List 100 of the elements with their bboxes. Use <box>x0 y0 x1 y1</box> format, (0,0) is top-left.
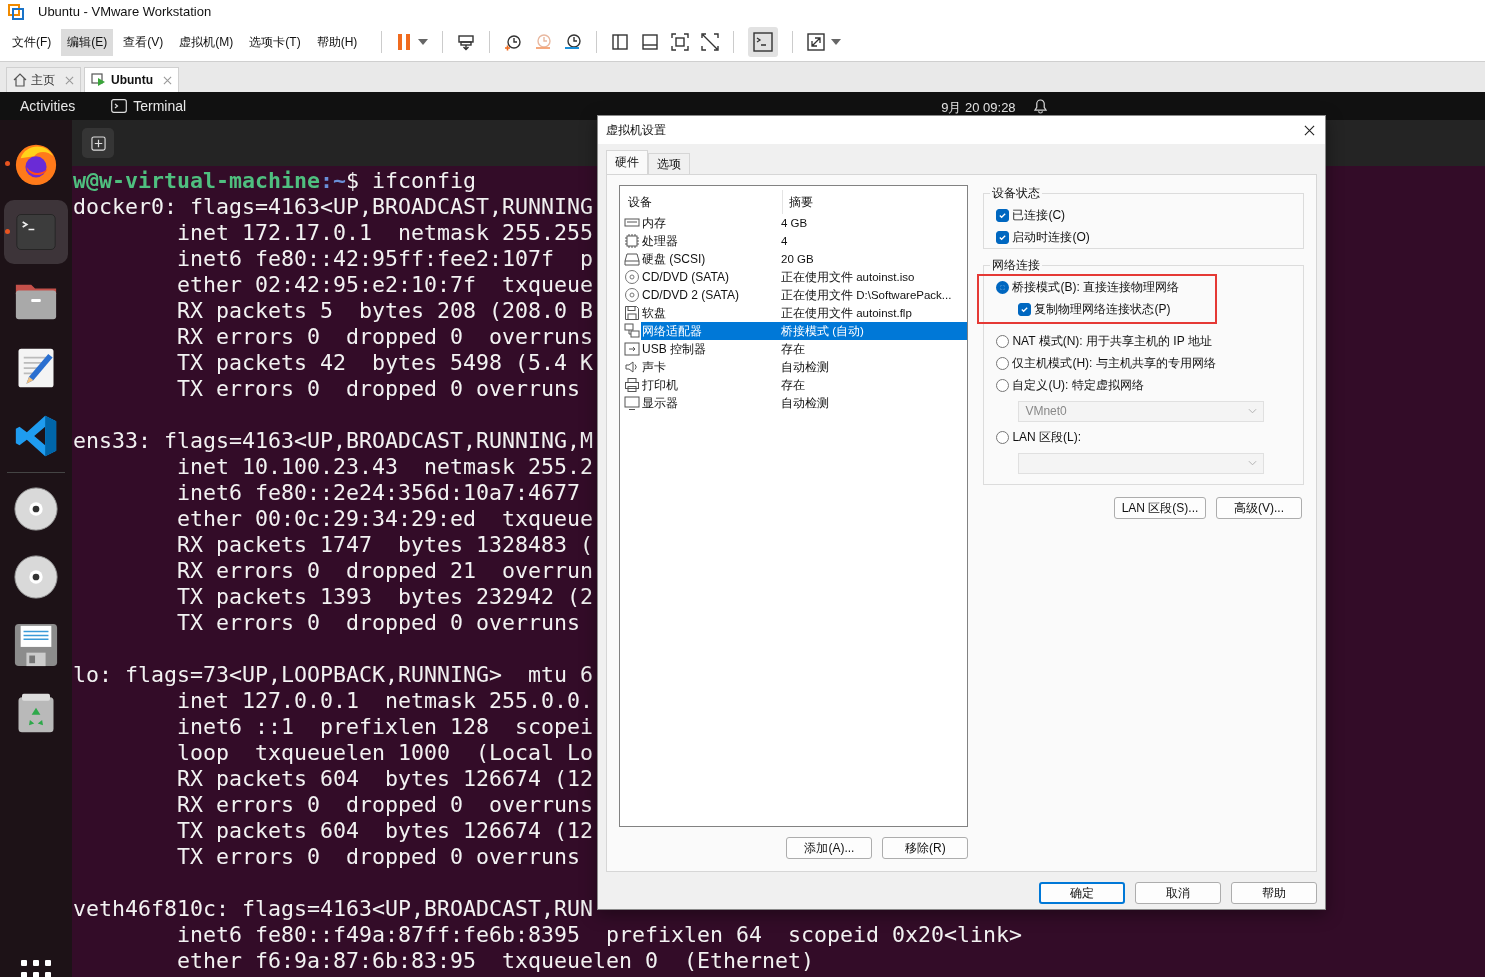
pause-icon[interactable] <box>396 33 413 51</box>
fullscreen-icon[interactable] <box>807 33 826 51</box>
device-name[interactable]: 打印机 <box>641 376 779 394</box>
device-summary[interactable]: 20 GB <box>779 250 968 268</box>
terminal-line: TX packets 42 bytes 5498 (5.4 K <box>176 350 594 376</box>
tab[interactable]: Ubuntu <box>84 67 179 92</box>
bell-icon <box>1033 98 1047 114</box>
remove-button[interactable]: 移除(R) <box>882 837 969 859</box>
dialog-button[interactable]: 帮助 <box>1231 882 1317 904</box>
column-header: 设备 <box>624 189 783 214</box>
menu-item[interactable]: 编辑(E) <box>61 28 114 56</box>
menu-item[interactable]: 选项卡(T) <box>243 28 307 56</box>
activities-button[interactable]: Activities <box>20 98 76 114</box>
clock-plus-icon[interactable] <box>504 33 523 51</box>
radio-button[interactable] <box>996 280 1010 294</box>
dialog-button[interactable]: 确定 <box>1039 882 1125 904</box>
new-tab-button[interactable] <box>82 128 114 158</box>
device-name[interactable]: CD/DVD (SATA) <box>641 268 779 286</box>
radio-label[interactable]: LAN 区段(L): <box>1012 428 1082 446</box>
device-summary[interactable]: 存在 <box>779 340 968 358</box>
panel-icon[interactable] <box>641 33 660 51</box>
checkbox[interactable] <box>996 208 1010 222</box>
device-summary[interactable]: 存在 <box>779 376 968 394</box>
radio-label[interactable]: NAT 模式(N): 用于共享主机的 IP 地址 <box>1012 332 1212 350</box>
radio-button[interactable] <box>996 378 1010 392</box>
terminal-line: ether 00:0c:29:34:29:ed txqueue <box>176 506 594 532</box>
terminal-line: inet6 fe80::2e24:356d:10a7:4677 <box>176 480 581 506</box>
clock[interactable]: 9月 20 09:28 <box>941 100 1016 114</box>
menu-item[interactable]: 查看(V) <box>117 28 170 56</box>
device-name[interactable]: USB 控制器 <box>641 340 779 358</box>
network-icon <box>624 323 640 339</box>
sidebar-icon[interactable] <box>611 33 630 51</box>
checkbox-label[interactable]: 启动时连接(O) <box>1012 228 1090 246</box>
caret-icon[interactable] <box>831 39 842 45</box>
radio-button[interactable] <box>996 430 1010 444</box>
app-menu[interactable]: Terminal <box>133 98 187 114</box>
radio-label[interactable]: 仅主机模式(H): 与主机共享的专用网络 <box>1012 354 1216 372</box>
terminal-line: ether f6:9a:87:6b:83:95 txqueuelen 0 (Ethernet) <box>176 948 815 974</box>
fit-screen-icon[interactable] <box>671 33 690 51</box>
no-stretch-icon[interactable] <box>701 33 720 51</box>
device-summary[interactable]: 正在使用文件 autoinst.iso <box>779 268 968 286</box>
device-summary[interactable]: 4 GB <box>779 214 968 232</box>
lan-segments-button[interactable]: LAN 区段(S)... <box>1114 497 1206 519</box>
terminal-line: TX packets 1393 bytes 232942 (2 <box>176 584 594 610</box>
device-summary[interactable]: 4 <box>779 232 968 250</box>
dialog-title: 虚拟机设置 <box>606 121 666 139</box>
menu-item[interactable]: 虚拟机(M) <box>173 28 240 56</box>
device-name[interactable]: CD/DVD 2 (SATA) <box>641 286 779 304</box>
check-icon <box>998 210 1008 220</box>
caret-icon[interactable] <box>418 39 429 45</box>
device-name[interactable]: 软盘 <box>641 304 779 322</box>
device-summary[interactable]: 桥接模式 (自动) <box>779 322 968 340</box>
code-editor-icon[interactable] <box>14 414 58 458</box>
checkbox-label[interactable]: 复制物理网络连接状态(P) <box>1034 300 1171 318</box>
disc-icon <box>624 287 640 303</box>
device-summary[interactable]: 正在使用文件 D:\SoftwarePack... <box>779 286 968 304</box>
checkbox[interactable] <box>1018 302 1032 316</box>
floppy-icon[interactable] <box>13 622 59 668</box>
group-title: 网络连接 <box>991 257 1042 274</box>
radio-label[interactable]: 自定义(U): 特定虚拟网络 <box>1012 376 1144 394</box>
window-title: Ubuntu - VMware Workstation <box>38 4 212 19</box>
terminal-icon <box>111 99 128 113</box>
device-name[interactable]: 网络适配器 <box>641 322 779 340</box>
checkbox-label[interactable]: 已连接(C) <box>1012 206 1066 224</box>
monitor-icon <box>624 395 640 411</box>
device-summary[interactable]: 自动检测 <box>779 358 968 376</box>
disc-icon[interactable] <box>13 486 59 532</box>
device-name[interactable]: 硬盘 (SCSI) <box>641 250 779 268</box>
terminal-line: RX packets 1747 bytes 1328483 ( <box>176 532 594 558</box>
dialog-button[interactable]: 取消 <box>1135 882 1221 904</box>
tab[interactable]: 硬件 <box>606 150 648 174</box>
checkbox[interactable] <box>996 230 1010 244</box>
terminal-line: ether 02:42:95:e2:10:7f txqueue <box>176 272 594 298</box>
terminal-line: inet 10.100.23.43 netmask 255.2 <box>176 454 594 480</box>
close-icon[interactable] <box>1304 124 1315 136</box>
printer-icon <box>624 377 640 393</box>
advanced-button[interactable]: 高级(V)... <box>1216 497 1302 519</box>
terminal-line: RX errors 0 dropped 0 overruns <box>176 792 594 818</box>
tab[interactable]: 选项 <box>648 153 690 174</box>
device-name[interactable]: 处理器 <box>641 232 779 250</box>
menu-item[interactable]: 文件(F) <box>6 28 58 56</box>
radio-label[interactable]: 桥接模式(B): 直接连接物理网络 <box>1012 278 1180 296</box>
tab[interactable]: 主页 <box>6 67 81 92</box>
device-name[interactable]: 内存 <box>641 214 779 232</box>
terminal-line: RX errors 0 dropped 21 overrun <box>176 558 594 584</box>
terminal-icon[interactable] <box>14 212 58 252</box>
device-name[interactable]: 声卡 <box>641 358 779 376</box>
radio-button[interactable] <box>996 356 1010 370</box>
terminal-line: RX errors 0 dropped 0 overruns <box>176 324 594 350</box>
console-icon[interactable] <box>748 27 779 57</box>
disc-icon[interactable] <box>13 554 59 600</box>
device-summary[interactable]: 自动检测 <box>779 394 968 412</box>
radio-button[interactable] <box>996 334 1010 348</box>
terminal-line: TX errors 0 dropped 0 overruns <box>176 844 581 870</box>
device-summary[interactable]: 正在使用文件 autoinst.flp <box>779 304 968 322</box>
group-title: 设备状态 <box>991 185 1042 202</box>
device-name[interactable]: 显示器 <box>641 394 779 412</box>
add-button[interactable]: 添加(A)... <box>786 837 873 859</box>
menu-item[interactable]: 帮助(H) <box>310 28 364 56</box>
app-grid-icon[interactable] <box>20 959 52 977</box>
